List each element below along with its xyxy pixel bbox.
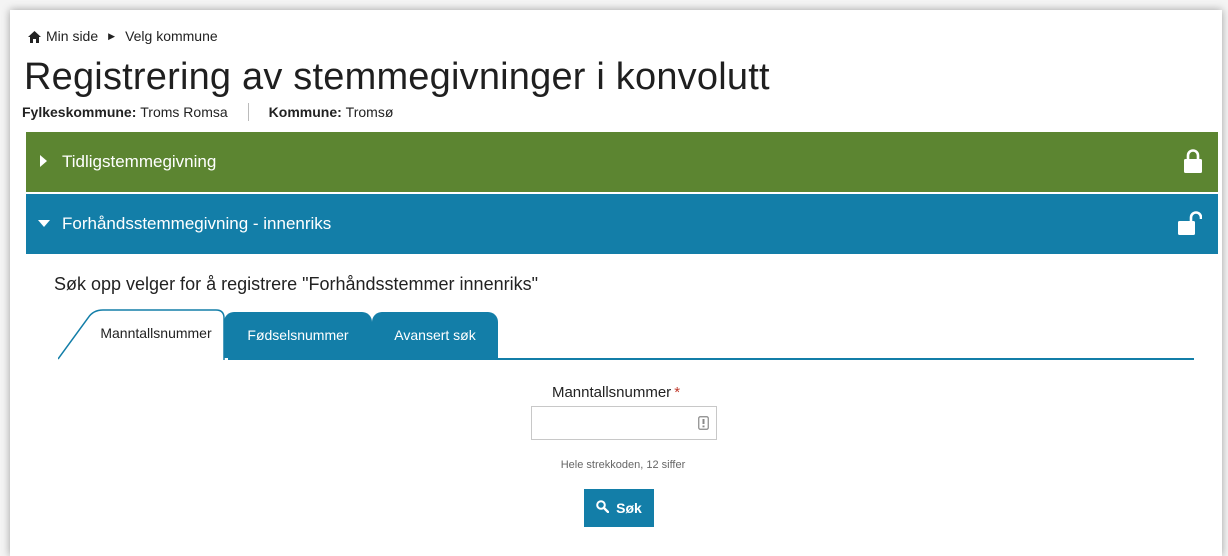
breadcrumb-home-link[interactable]: Min side [46, 28, 98, 44]
search-tabs: Manntallsnummer Fødselsnummer Avansert s… [58, 308, 1194, 360]
tab-manntallsnummer[interactable]: Manntallsnummer [58, 308, 225, 360]
manntallsnummer-input[interactable] [538, 407, 692, 439]
search-button[interactable]: Søk [584, 489, 654, 527]
search-heading: Søk opp velger for å registrere "Forhånd… [54, 274, 538, 294]
panel-title: Tidligstemmegivning [62, 152, 217, 171]
panel-forhandsstemmegivning[interactable]: Forhåndsstemmegivning - innenriks [26, 194, 1218, 254]
field-hint: Hele strekkoden, 12 siffer [560, 459, 686, 471]
required-marker: * [674, 384, 681, 401]
barcode-icon [698, 416, 709, 435]
tab-baseline [228, 358, 1194, 360]
search-button-label: Søk [616, 500, 642, 516]
tab-label: Avansert søk [394, 327, 476, 343]
caret-down-icon [38, 214, 52, 234]
lock-closed-icon [1184, 149, 1202, 178]
chevron-right-icon: ▶ [108, 30, 116, 41]
manntallsnummer-field[interactable] [531, 406, 717, 440]
county-label: Fylkeskommune: [22, 104, 137, 120]
panel-title: Forhåndsstemmegivning - innenriks [62, 214, 332, 233]
page-container: Min side ▶ Velg kommune Registrering av … [10, 10, 1222, 556]
field-label-text: Manntallsnummer [551, 384, 672, 401]
election-context: Fylkeskommune: Troms Romsa Kommune: Trom… [22, 103, 393, 121]
county-value: Troms Romsa [140, 104, 228, 120]
municipality-value: Tromsø [345, 104, 394, 120]
page-title: Registrering av stemmegivninger i konvol… [24, 56, 770, 98]
search-icon [596, 500, 610, 516]
caret-right-icon [38, 152, 52, 172]
tab-label: Manntallsnummer [100, 325, 212, 341]
panel-tidligstemmegivning[interactable]: Tidligstemmegivning [26, 132, 1218, 192]
lock-open-icon [1178, 211, 1203, 240]
breadcrumb-current: Velg kommune [125, 28, 218, 44]
breadcrumb: Min side ▶ Velg kommune [28, 28, 218, 44]
tab-label: Fødselsnummer [247, 327, 349, 343]
manntallsnummer-label: Manntallsnummer * [10, 384, 1222, 401]
municipality-label: Kommune: [268, 104, 342, 120]
meta-divider [247, 103, 249, 121]
home-icon[interactable] [28, 30, 41, 43]
tab-fodselsnummer[interactable]: Fødselsnummer [224, 312, 372, 358]
tab-avansert-sok[interactable]: Avansert søk [372, 312, 498, 358]
